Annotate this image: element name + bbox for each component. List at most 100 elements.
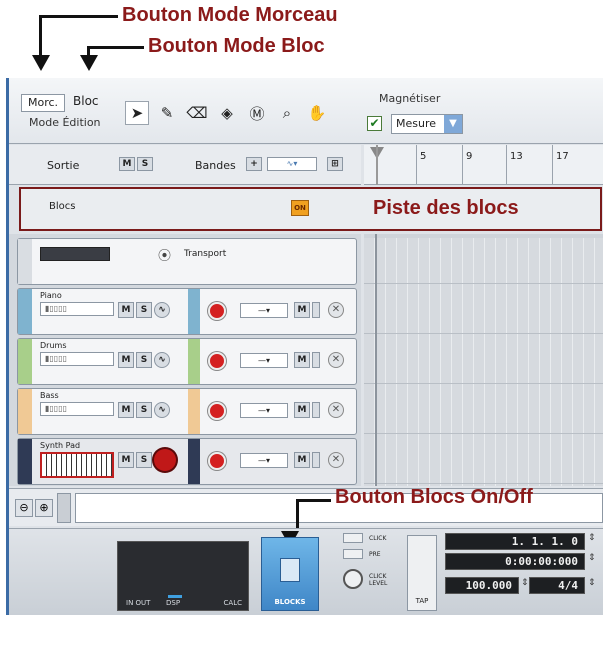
pencil-tool-icon[interactable]: ✎: [155, 101, 179, 125]
track-solo-button[interactable]: S: [136, 352, 152, 368]
bloc-mode-button[interactable]: Bloc: [73, 94, 99, 108]
lane-options-button[interactable]: ⊞: [327, 157, 343, 171]
track-solo-button[interactable]: S: [136, 402, 152, 418]
ruler-tick: 9: [466, 151, 473, 162]
blocks-on-off-button[interactable]: BLOCKS: [261, 537, 319, 611]
dsp-label: DSP: [166, 599, 181, 607]
timeline-ruler[interactable]: 5 9 13 17: [364, 145, 603, 185]
record-enable-button[interactable]: [208, 452, 226, 470]
blocs-label: Blocs: [49, 201, 76, 212]
record-enable-button[interactable]: [154, 449, 176, 471]
add-lane-button[interactable]: +: [246, 157, 262, 171]
track-solo-button[interactable]: S: [136, 302, 152, 318]
track-lock-button[interactable]: [312, 352, 320, 368]
close-icon[interactable]: ✕: [328, 352, 344, 368]
track-waveform-button[interactable]: ∿: [154, 352, 170, 368]
track-input-select[interactable]: —▾: [240, 303, 288, 318]
razor-tool-icon[interactable]: ◈: [215, 101, 239, 125]
blocs-on-button[interactable]: ON: [291, 200, 309, 216]
stepper-icon[interactable]: ⇕: [588, 553, 596, 563]
track-volume-fader[interactable]: ▮▯▯▯▯: [40, 402, 114, 416]
hand-tool-icon[interactable]: ✋: [305, 101, 329, 125]
annotation-piste: Piste des blocs: [373, 197, 519, 219]
track-lock-button[interactable]: [312, 302, 320, 318]
track-monitor-button[interactable]: M: [294, 302, 310, 318]
edit-mode-group: Morc. Bloc Mode Édition: [17, 90, 117, 136]
close-icon[interactable]: ✕: [328, 402, 344, 418]
chevron-down-icon: ▼: [444, 115, 462, 133]
snap-group: Magnétiser ✔ Mesure ▼: [361, 84, 471, 140]
track-name: Drums: [40, 341, 67, 350]
stepper-icon[interactable]: ⇕: [521, 578, 529, 588]
signature-display[interactable]: 4/4: [529, 577, 585, 594]
morceau-mode-button[interactable]: Morc.: [21, 94, 65, 112]
toolbar: Morc. Bloc Mode Édition ➤ ✎ ⌫ ◈ Ⓜ ⌕ ✋ Ma…: [9, 78, 603, 144]
annotation-line-morceau-v: [39, 15, 42, 55]
zoom-in-icon[interactable]: ⊕: [35, 499, 53, 517]
time-display[interactable]: 0:00:00:000: [445, 553, 585, 570]
track-solo-button[interactable]: S: [136, 452, 152, 468]
track-volume-fader[interactable]: ▮▯▯▯▯: [40, 302, 114, 316]
track-drums[interactable]: Drums ▮▯▯▯▯ M S ∿ —▾ M ✕: [17, 338, 357, 385]
track-color: [18, 239, 32, 284]
arrangement-grid[interactable]: [364, 234, 603, 486]
track-waveform-button[interactable]: ∿: [154, 302, 170, 318]
track-mute-button[interactable]: M: [118, 402, 134, 418]
track-mute-button[interactable]: M: [118, 302, 134, 318]
record-enable-button[interactable]: [208, 402, 226, 420]
track-name: Synth Pad: [40, 441, 81, 450]
zoom-out-icon[interactable]: ⊖: [15, 499, 33, 517]
track-waveform-button[interactable]: ∿: [154, 402, 170, 418]
transport-display: [40, 247, 110, 261]
pre-toggle[interactable]: [343, 549, 363, 559]
track-piano[interactable]: Piano ▮▯▯▯▯ M S ∿ —▾ M ✕: [17, 288, 357, 335]
track-synth-pad[interactable]: Synth Pad M S —▾ M ✕: [17, 438, 357, 485]
track-monitor-button[interactable]: M: [294, 352, 310, 368]
transport-panel: IN OUT DSP CALC BLOCKS CLICK PRE CLICK L…: [9, 528, 603, 615]
dsp-level-bar: [168, 595, 182, 598]
horizontal-scrollbar[interactable]: [57, 493, 71, 523]
tap-button[interactable]: TAP: [407, 535, 437, 611]
click-toggle[interactable]: [343, 533, 363, 543]
master-solo-button[interactable]: S: [137, 157, 153, 171]
track-input-select[interactable]: —▾: [240, 403, 288, 418]
track-lock-button[interactable]: [312, 402, 320, 418]
ruler-bar-line: [552, 145, 553, 185]
position-display[interactable]: 1. 1. 1. 0: [445, 533, 585, 550]
waveform-icon: ⦿: [158, 249, 172, 264]
stepper-icon[interactable]: ⇕: [588, 578, 596, 588]
arrow-tool-icon[interactable]: ➤: [125, 101, 149, 125]
track-transport[interactable]: ⦿ Transport: [17, 238, 357, 285]
in-out-label: IN OUT: [126, 599, 151, 607]
tempo-display[interactable]: 100.000: [445, 577, 519, 594]
lane-type-select[interactable]: ∿▾: [267, 157, 317, 171]
record-enable-button[interactable]: [208, 302, 226, 320]
snap-value-select[interactable]: Mesure ▼: [391, 114, 463, 134]
close-icon[interactable]: ✕: [328, 302, 344, 318]
app-window: Morc. Bloc Mode Édition ➤ ✎ ⌫ ◈ Ⓜ ⌕ ✋ Ma…: [6, 78, 603, 615]
track-input-select[interactable]: —▾: [240, 453, 288, 468]
mute-tool-icon[interactable]: Ⓜ: [245, 101, 269, 125]
dsp-meter: IN OUT DSP CALC: [117, 541, 249, 611]
magnify-tool-icon[interactable]: ⌕: [275, 101, 299, 125]
track-bass[interactable]: Bass ▮▯▯▯▯ M S ∿ —▾ M ✕: [17, 388, 357, 435]
record-enable-button[interactable]: [208, 352, 226, 370]
track-mute-button[interactable]: M: [118, 452, 134, 468]
click-level-knob[interactable]: [343, 569, 363, 589]
eraser-tool-icon[interactable]: ⌫: [185, 101, 209, 125]
track-mute-button[interactable]: M: [118, 352, 134, 368]
track-monitor-button[interactable]: M: [294, 452, 310, 468]
snap-checkbox[interactable]: ✔: [367, 116, 382, 131]
close-icon[interactable]: ✕: [328, 452, 344, 468]
master-mute-button[interactable]: M: [119, 157, 135, 171]
track-volume-fader[interactable]: [40, 452, 114, 478]
calc-label: CALC: [223, 599, 242, 607]
track-input-select[interactable]: —▾: [240, 353, 288, 368]
stepper-icon[interactable]: ⇕: [588, 533, 596, 543]
annotation-morceau: Bouton Mode Morceau: [122, 4, 338, 26]
ruler-bar-line: [506, 145, 507, 185]
track-volume-fader[interactable]: ▮▯▯▯▯: [40, 352, 114, 366]
edit-mode-label: Mode Édition: [29, 116, 101, 129]
track-lock-button[interactable]: [312, 452, 320, 468]
track-monitor-button[interactable]: M: [294, 402, 310, 418]
